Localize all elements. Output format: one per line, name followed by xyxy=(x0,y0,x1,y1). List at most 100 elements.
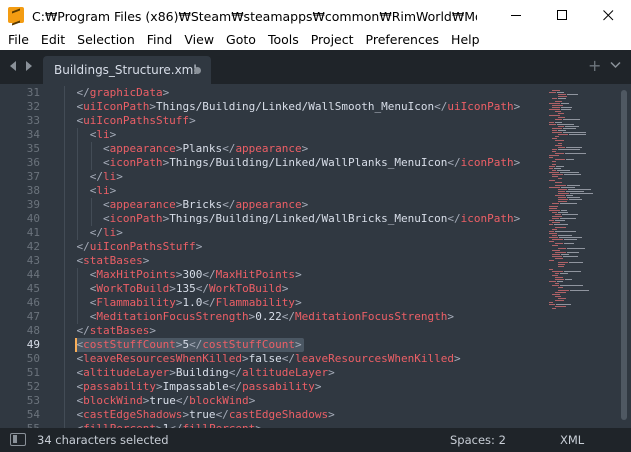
code-line[interactable]: </graphicData> xyxy=(50,86,543,100)
line-number: 45 xyxy=(26,282,40,295)
code-line[interactable]: <iconPath>Things/Building/Linked/WallPla… xyxy=(50,156,543,170)
minimap-line xyxy=(555,220,565,222)
code-line[interactable]: <blockWind>true</blockWind> xyxy=(50,394,543,408)
code-line[interactable]: <castEdgeShadows>true</castEdgeShadows> xyxy=(50,408,543,422)
minimap-line xyxy=(555,251,566,253)
code-line[interactable]: <passability>Impassable</passability> xyxy=(50,380,543,394)
code-line[interactable]: </statBases> xyxy=(50,324,543,338)
code-line[interactable]: <li> xyxy=(50,184,543,198)
code-line[interactable]: <altitudeLayer>Building</altitudeLayer> xyxy=(50,366,543,380)
menu-help[interactable]: Help xyxy=(445,30,486,50)
xml-bracket: > xyxy=(248,394,256,407)
minimap-line xyxy=(549,121,554,123)
xml-tag-name: Flammability xyxy=(96,296,176,309)
code-line[interactable]: <leaveResourcesWhenKilled>false</leaveRe… xyxy=(50,352,543,366)
tab-next-icon[interactable] xyxy=(24,59,34,73)
xml-bracket: > xyxy=(149,324,156,337)
close-button[interactable] xyxy=(585,0,631,30)
minimap-line xyxy=(564,270,581,272)
minimap[interactable] xyxy=(545,84,617,428)
code-line[interactable]: <iconPath>Things/Building/Linked/WallBri… xyxy=(50,212,543,226)
code-line[interactable]: </li> xyxy=(50,226,543,240)
menu-project[interactable]: Project xyxy=(305,30,360,50)
minimap-line xyxy=(552,253,560,255)
vertical-scrollbar[interactable] xyxy=(617,84,631,428)
code-line[interactable]: <statBases> xyxy=(50,254,543,268)
minimap-line xyxy=(552,203,559,205)
tab-modified-dot-icon[interactable] xyxy=(194,67,201,74)
code-line[interactable]: <li> xyxy=(50,128,543,142)
menu-file[interactable]: File xyxy=(2,30,35,50)
editor-area[interactable]: 31 32 33 34 35 36 37 38 39 40 41 42 43 44 45 46 47 48 49 50… xyxy=(0,84,631,428)
line-number: 35 xyxy=(26,142,40,155)
xml-text: Impassable xyxy=(162,380,229,393)
minimap-line xyxy=(549,102,560,104)
xml-tag-name: iconPath xyxy=(460,212,514,225)
code-line[interactable]: </li> xyxy=(50,170,543,184)
xml-tag-name: iconPath xyxy=(109,212,163,225)
panel-toggle-icon[interactable] xyxy=(10,433,26,446)
xml-bracket: </ xyxy=(89,170,103,183)
code-line[interactable]: <costStuffCount>5</costStuffCount> xyxy=(50,338,543,352)
code-line-text: <blockWind>true</blockWind> xyxy=(76,394,255,408)
code-line[interactable]: <Flammability>1.0</Flammability> xyxy=(50,296,543,310)
minimize-button[interactable] xyxy=(493,0,539,30)
minimize-icon xyxy=(510,14,521,16)
tab-prev-icon[interactable] xyxy=(8,59,18,73)
menu-goto[interactable]: Goto xyxy=(220,30,262,50)
code-line[interactable]: <appearance>Bricks</appearance> xyxy=(50,198,543,212)
code-line[interactable]: <uiIconPath>Things/Building/Linked/WallS… xyxy=(50,100,543,114)
code-line[interactable]: <uiIconPathsStuff> xyxy=(50,114,543,128)
tab-bar: Buildings_Structure.xml + xyxy=(0,50,631,84)
menu-find[interactable]: Find xyxy=(141,30,179,50)
minimap-line xyxy=(555,111,561,112)
minimap-line xyxy=(552,222,560,224)
xml-bracket: > xyxy=(301,142,309,155)
line-number: 49 xyxy=(26,338,40,351)
xml-tag-name: li xyxy=(102,226,117,239)
code-line[interactable]: <appearance>Planks</appearance> xyxy=(50,142,543,156)
minimap-line xyxy=(564,239,577,241)
minimap-line xyxy=(555,195,565,196)
code-line[interactable]: <WorkToBuild>135</WorkToBuild> xyxy=(50,282,543,296)
menu-selection[interactable]: Selection xyxy=(71,30,141,50)
xml-bracket: > xyxy=(454,352,461,365)
minimap-line xyxy=(558,113,564,115)
minimap-line xyxy=(565,125,579,127)
new-tab-button[interactable]: + xyxy=(588,56,601,75)
xml-tag-name: statBases xyxy=(83,254,143,267)
menu-preferences[interactable]: Preferences xyxy=(360,30,446,50)
maximize-button[interactable] xyxy=(539,0,585,30)
chevron-down-icon[interactable] xyxy=(610,61,621,69)
minimap-line xyxy=(570,192,593,194)
minimap-line xyxy=(565,279,572,280)
code-line[interactable]: </uiIconPathsStuff> xyxy=(50,240,543,254)
minimap-line xyxy=(555,144,562,146)
menu-view[interactable]: View xyxy=(178,30,220,50)
code-view[interactable]: </graphicData> <uiIconPath>Things/Buildin… xyxy=(50,84,543,428)
xml-tag-name: statBases xyxy=(89,324,150,337)
minimap-line xyxy=(549,304,555,306)
code-line-text: <castEdgeShadows>true</castEdgeShadows> xyxy=(76,408,334,422)
scrollbar-thumb[interactable] xyxy=(621,90,627,420)
minimap-line xyxy=(557,281,563,283)
code-line-text: <li> xyxy=(90,184,117,198)
code-line-text: <uiIconPathsStuff> xyxy=(76,114,195,128)
code-line[interactable]: <MeditationFocusStrength>0.22</Meditatio… xyxy=(50,310,543,324)
xml-bracket: </ xyxy=(447,156,461,169)
close-icon xyxy=(602,9,613,20)
minimap-line xyxy=(555,226,566,228)
code-line-text: <altitudeLayer>Building</altitudeLayer> xyxy=(76,366,334,380)
xml-bracket: > xyxy=(109,128,117,141)
xml-bracket: > xyxy=(295,338,302,351)
syntax-status[interactable]: XML xyxy=(560,433,584,447)
minimap-line xyxy=(552,161,556,163)
menu-tools[interactable]: Tools xyxy=(262,30,305,50)
minimap-line xyxy=(549,230,554,232)
minimap-line xyxy=(558,117,565,119)
menu-edit[interactable]: Edit xyxy=(35,30,71,50)
xml-bracket: > xyxy=(295,296,302,309)
tab-buildings-structure[interactable]: Buildings_Structure.xml xyxy=(43,56,211,84)
code-line[interactable]: <MaxHitPoints>300</MaxHitPoints> xyxy=(50,268,543,282)
indentation-status[interactable]: Spaces: 2 xyxy=(450,433,506,447)
